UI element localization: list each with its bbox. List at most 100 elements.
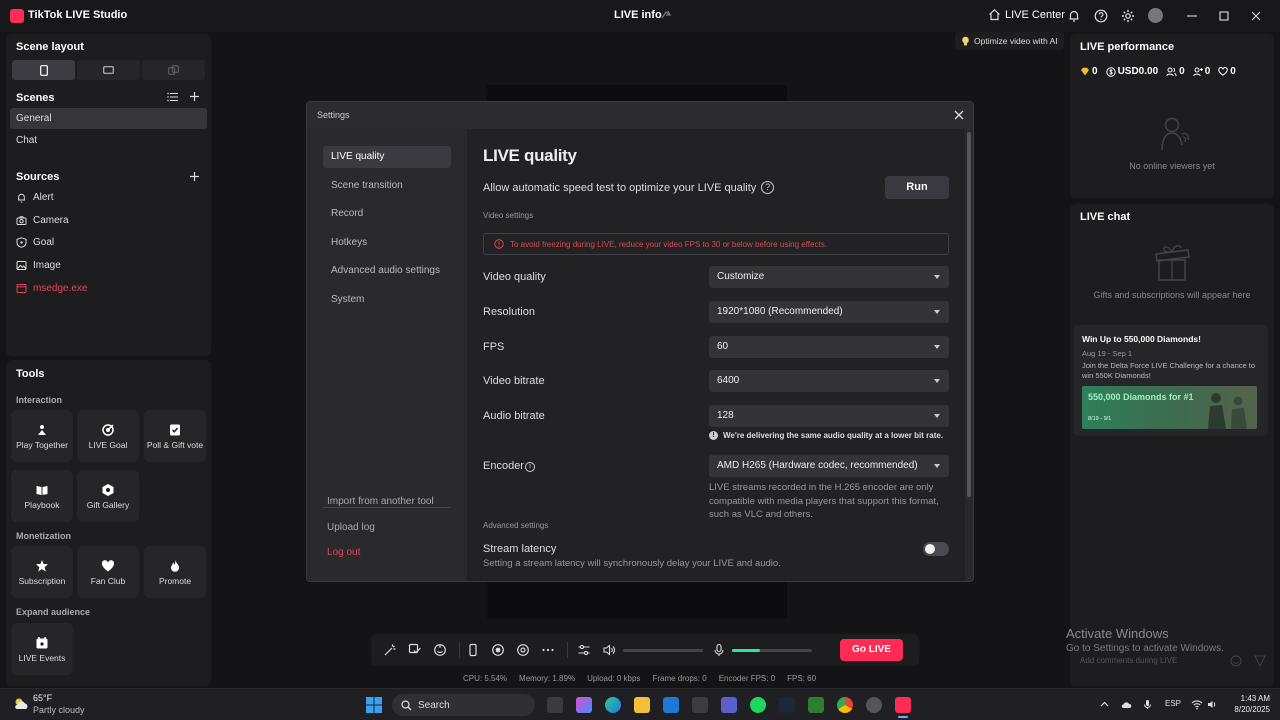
copilot-icon[interactable]: [576, 697, 592, 713]
nav-record[interactable]: Record: [323, 203, 451, 225]
settings-scrollbar[interactable]: [967, 132, 971, 497]
steam-icon[interactable]: [779, 697, 795, 713]
file-explorer-icon[interactable]: [634, 697, 650, 713]
gift-gallery-tool[interactable]: Gift Gallery: [77, 470, 139, 522]
nav-live-quality[interactable]: LIVE quality: [323, 146, 451, 168]
more-icon[interactable]: [541, 643, 555, 657]
gear-icon[interactable]: [1121, 9, 1135, 23]
weather-icon[interactable]: [12, 695, 30, 713]
clock[interactable]: 1:43 AM 8/20/2025: [1228, 693, 1270, 715]
nav-hotkeys[interactable]: Hotkeys: [323, 232, 451, 254]
optimize-ai-button[interactable]: Optimize video with AI: [955, 32, 1064, 50]
chevron-up-icon[interactable]: [1099, 699, 1110, 710]
input-language[interactable]: ESP: [1165, 699, 1181, 708]
app-icon[interactable]: [866, 697, 882, 713]
resolution-select[interactable]: 1920*1080 (Recommended): [709, 301, 949, 323]
layout-landscape-button[interactable]: [77, 60, 140, 80]
maximize-icon[interactable]: [1215, 8, 1233, 24]
volume-icon[interactable]: [1207, 699, 1218, 710]
scene-list-icon[interactable]: [167, 92, 178, 102]
stream-latency-toggle[interactable]: [923, 542, 949, 556]
live-info-title[interactable]: LIVE info: [614, 9, 662, 21]
live-center-button[interactable]: LIVE Center: [988, 8, 1065, 21]
microphone-icon[interactable]: [1142, 699, 1153, 710]
source-item-alert[interactable]: Alert: [16, 192, 54, 203]
help-icon[interactable]: [1094, 9, 1108, 23]
encoder-select[interactable]: AMD H265 (Hardware codec, recommended): [709, 455, 949, 477]
mixer-icon[interactable]: [577, 643, 591, 657]
promote-tool[interactable]: Promote: [144, 546, 206, 598]
layout-dual-button[interactable]: [142, 60, 205, 80]
outlook-icon[interactable]: [663, 697, 679, 713]
source-item-image[interactable]: Image: [16, 260, 61, 271]
effects-icon[interactable]: [408, 643, 422, 657]
speaker-volume-slider[interactable]: [623, 649, 703, 652]
bottom-toolbar: Go LIVE: [371, 634, 919, 666]
run-button[interactable]: Run: [885, 176, 949, 199]
cloud-icon[interactable]: [1120, 699, 1132, 710]
video-bitrate-select[interactable]: 6400: [709, 370, 949, 392]
live-goal-tool[interactable]: LIVE Goal: [77, 410, 139, 462]
info-icon[interactable]: i: [524, 462, 535, 472]
edge-icon[interactable]: [605, 697, 621, 713]
promo-banner-text: 550,000 Diamonds for #1: [1088, 392, 1194, 402]
task-view-icon[interactable]: [547, 697, 563, 713]
subscription-tool[interactable]: Subscription: [11, 546, 73, 598]
nav-system[interactable]: System: [323, 289, 451, 311]
promo-card[interactable]: Win Up to 550,000 Diamonds! Aug 19 - Sep…: [1074, 325, 1268, 436]
add-scene-icon[interactable]: [189, 91, 200, 102]
fps-select[interactable]: 60: [709, 336, 949, 358]
source-item-goal[interactable]: Goal: [16, 237, 54, 248]
logout-link[interactable]: Log out: [327, 547, 360, 558]
live-events-tool[interactable]: LIVE Events: [11, 623, 73, 675]
audio-bitrate-select[interactable]: 128: [709, 405, 949, 427]
minimize-icon[interactable]: [1183, 8, 1201, 24]
xbox-icon[interactable]: [808, 697, 824, 713]
chrome-icon[interactable]: [837, 697, 853, 713]
audio-note: ! We're delivering the same audio qualit…: [709, 431, 943, 440]
microphone-icon[interactable]: [712, 643, 726, 657]
scene-item-general[interactable]: General: [10, 108, 207, 129]
send-icon[interactable]: [1254, 655, 1266, 667]
video-quality-select[interactable]: Customize: [709, 266, 949, 288]
playbook-tool[interactable]: Playbook: [11, 470, 73, 522]
nav-advanced-audio[interactable]: Advanced audio settings: [323, 260, 451, 282]
wifi-icon[interactable]: [1191, 699, 1203, 710]
share-icon[interactable]: [660, 9, 672, 21]
close-window-icon[interactable]: [1247, 8, 1265, 24]
source-item-msedge[interactable]: msedge.exe: [16, 283, 87, 294]
close-icon[interactable]: [952, 108, 966, 122]
scene-item-chat[interactable]: Chat: [10, 130, 207, 151]
bell-icon[interactable]: [1067, 9, 1081, 23]
source-item-camera[interactable]: Camera: [16, 215, 69, 226]
beauty-icon[interactable]: [433, 643, 447, 657]
camera-switch-icon[interactable]: [516, 643, 530, 657]
user-avatar[interactable]: [1148, 8, 1163, 23]
go-live-button[interactable]: Go LIVE: [840, 639, 903, 661]
emoji-icon[interactable]: [1230, 655, 1242, 667]
poll-gift-vote-tool[interactable]: Poll & Gift vote: [144, 410, 206, 462]
windows-start-icon[interactable]: [366, 697, 382, 713]
promo-banner[interactable]: 550,000 Diamonds for #1 8/19 - 9/1: [1082, 386, 1257, 429]
nav-scene-transition[interactable]: Scene transition: [323, 175, 451, 197]
upload-log-link[interactable]: Upload log: [327, 522, 375, 533]
teams-icon[interactable]: [721, 697, 737, 713]
encoder-fps-stat: Encoder FPS: 0: [718, 674, 776, 683]
taskbar-search[interactable]: Search: [392, 694, 535, 716]
mic-volume-slider[interactable]: [732, 649, 812, 652]
import-link[interactable]: Import from another tool: [327, 496, 434, 507]
weather-desc: Partly cloudy: [33, 705, 85, 715]
magic-wand-icon[interactable]: [383, 643, 397, 657]
play-together-tool[interactable]: Play Together: [11, 410, 73, 462]
spotify-icon[interactable]: [750, 697, 766, 713]
layout-portrait-button[interactable]: [12, 60, 75, 80]
phone-icon[interactable]: [466, 643, 480, 657]
store-icon[interactable]: [692, 697, 708, 713]
camera-icon: [16, 216, 27, 225]
record-icon[interactable]: [491, 643, 505, 657]
fan-club-tool[interactable]: Fan Club: [77, 546, 139, 598]
add-source-icon[interactable]: [189, 171, 200, 182]
speaker-icon[interactable]: [602, 643, 616, 657]
tiktok-live-studio-icon[interactable]: [895, 697, 911, 713]
help-icon[interactable]: ?: [761, 181, 775, 194]
